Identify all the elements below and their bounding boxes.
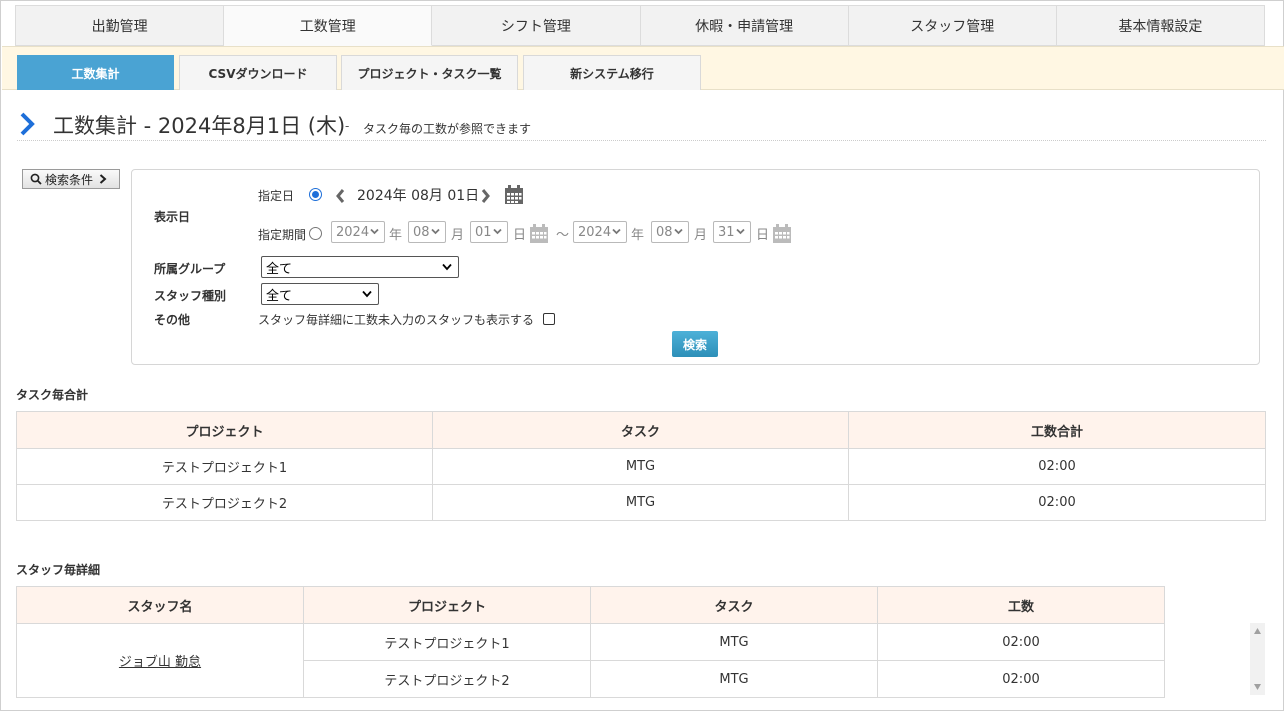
tab-staff[interactable]: スタッフ管理 xyxy=(848,5,1057,46)
staff-detail-table: スタッフ名 プロジェクト タスク 工数 ジョブ山 勤怠 テストプロジェクト1 M… xyxy=(16,586,1165,698)
scroll-down-icon[interactable] xyxy=(1253,683,1262,691)
page-heading: 工数集計 - 2024年8月1日 (木) - タスク毎の工数が参照できます xyxy=(17,107,1266,141)
table-row: ジョブ山 勤怠 テストプロジェクト1 MTG 02:00 xyxy=(16,623,1165,698)
calendar-icon[interactable] xyxy=(772,224,792,244)
table-row: テストプロジェクト1 MTG 02:00 xyxy=(16,448,1266,485)
column-header-hours: 工数 xyxy=(877,586,1165,624)
sub-nav: 工数集計 CSVダウンロード プロジェクト・タスク一覧 新システム移行 xyxy=(2,46,1284,90)
main-nav: 出勤管理 工数管理 シフト管理 休暇・申請管理 スタッフ管理 基本情報設定 xyxy=(15,5,1266,46)
chevron-right-icon xyxy=(20,112,35,136)
tab-leave-requests[interactable]: 休暇・申請管理 xyxy=(640,5,849,46)
year-unit: 年 xyxy=(631,228,645,243)
cell-project: テストプロジェクト2 xyxy=(303,660,591,698)
specified-date-radio[interactable] xyxy=(309,188,322,201)
page-title: 工数集計 - 2024年8月1日 (木) xyxy=(53,114,346,138)
group-label: 所属グループ xyxy=(154,262,226,276)
tab-shift[interactable]: シフト管理 xyxy=(432,5,641,46)
search-button[interactable]: 検索 xyxy=(672,331,718,357)
cell-hours: 02:00 xyxy=(877,660,1165,698)
column-header-project: プロジェクト xyxy=(303,586,591,624)
period-start-month-select[interactable]: 08 xyxy=(408,221,446,243)
scroll-up-icon[interactable] xyxy=(1253,627,1262,635)
staff-type-label: スタッフ種別 xyxy=(154,289,227,303)
specified-date-value: 2024年 08月 01日 xyxy=(357,188,480,204)
next-day-icon[interactable] xyxy=(481,188,491,204)
period-end-month-select[interactable]: 08 xyxy=(651,221,689,243)
show-empty-staff-checkbox[interactable] xyxy=(543,313,555,325)
table-header-row: プロジェクト タスク 工数合計 xyxy=(16,411,1266,449)
period-label: 指定期間 xyxy=(258,228,307,242)
tab-man-hours[interactable]: 工数管理 xyxy=(224,5,433,46)
table-scrollbar[interactable] xyxy=(1250,623,1265,695)
prev-day-icon[interactable] xyxy=(335,188,345,204)
staff-type-select[interactable]: 全て xyxy=(261,283,379,305)
cell-project: テストプロジェクト1 xyxy=(303,623,591,661)
month-unit: 月 xyxy=(451,228,465,243)
display-date-label: 表示日 xyxy=(154,210,191,224)
task-totals-table: プロジェクト タスク 工数合計 テストプロジェクト1 MTG 02:00 テスト… xyxy=(16,411,1266,521)
subtab-man-hour-summary[interactable]: 工数集計 xyxy=(17,55,174,90)
table-header-row: スタッフ名 プロジェクト タスク 工数 xyxy=(16,586,1165,624)
period-end-day-select[interactable]: 31 xyxy=(713,221,751,243)
table-row: テストプロジェクト2 MTG 02:00 xyxy=(16,484,1266,521)
column-header-task: タスク xyxy=(432,411,849,449)
cell-staff-name: ジョブ山 勤怠 xyxy=(16,623,304,698)
period-start-year-select[interactable]: 2024 xyxy=(331,221,385,243)
cell-task: MTG xyxy=(590,623,878,661)
cell-total-hours: 02:00 xyxy=(848,448,1266,485)
cell-task: MTG xyxy=(432,484,849,521)
day-unit: 日 xyxy=(756,228,770,243)
search-icon xyxy=(30,173,42,185)
cell-project: テストプロジェクト2 xyxy=(16,484,433,521)
month-unit: 月 xyxy=(694,228,708,243)
cell-hours: 02:00 xyxy=(877,623,1165,661)
cell-task: MTG xyxy=(432,448,849,485)
subtab-csv-download[interactable]: CSVダウンロード xyxy=(179,55,337,90)
page-subtitle: タスク毎の工数が参照できます xyxy=(363,122,532,136)
column-header-project: プロジェクト xyxy=(16,411,433,449)
search-conditions-toggle[interactable]: 検索条件 xyxy=(22,169,120,189)
subtab-project-task-list[interactable]: プロジェクト・タスク一覧 xyxy=(341,55,518,90)
subtab-new-system-migration[interactable]: 新システム移行 xyxy=(523,55,701,90)
column-header-staff-name: スタッフ名 xyxy=(16,586,304,624)
title-separator: - xyxy=(345,119,350,133)
search-panel: 表示日 指定日 2024年 08月 01日 指定期間 2024 年 08 月 0… xyxy=(131,169,1260,365)
staff-detail-title: スタッフ毎詳細 xyxy=(16,563,101,577)
cell-task: MTG xyxy=(590,660,878,698)
calendar-icon[interactable] xyxy=(529,224,549,244)
range-separator: ～ xyxy=(556,228,570,243)
other-label: その他 xyxy=(154,313,191,327)
show-empty-staff-label: スタッフ毎詳細に工数未入力のスタッフも表示する xyxy=(258,313,535,327)
cell-total-hours: 02:00 xyxy=(848,484,1266,521)
search-toggle-label: 検索条件 xyxy=(45,172,94,187)
period-radio[interactable] xyxy=(309,227,322,240)
chevron-right-icon xyxy=(99,174,107,184)
group-select[interactable]: 全て xyxy=(261,256,459,278)
tab-basic-settings[interactable]: 基本情報設定 xyxy=(1056,5,1266,46)
period-end-year-select[interactable]: 2024 xyxy=(573,221,627,243)
period-start-day-select[interactable]: 01 xyxy=(470,221,508,243)
staff-name-link[interactable]: ジョブ山 勤怠 xyxy=(119,655,201,670)
year-unit: 年 xyxy=(389,228,403,243)
column-header-task: タスク xyxy=(590,586,878,624)
cell-project: テストプロジェクト1 xyxy=(16,448,433,485)
column-header-total-hours: 工数合計 xyxy=(848,411,1266,449)
day-unit: 日 xyxy=(513,228,527,243)
calendar-icon[interactable] xyxy=(504,185,524,205)
task-totals-title: タスク毎合計 xyxy=(16,388,89,402)
specified-date-label: 指定日 xyxy=(258,189,295,203)
tab-attendance[interactable]: 出勤管理 xyxy=(15,5,225,46)
